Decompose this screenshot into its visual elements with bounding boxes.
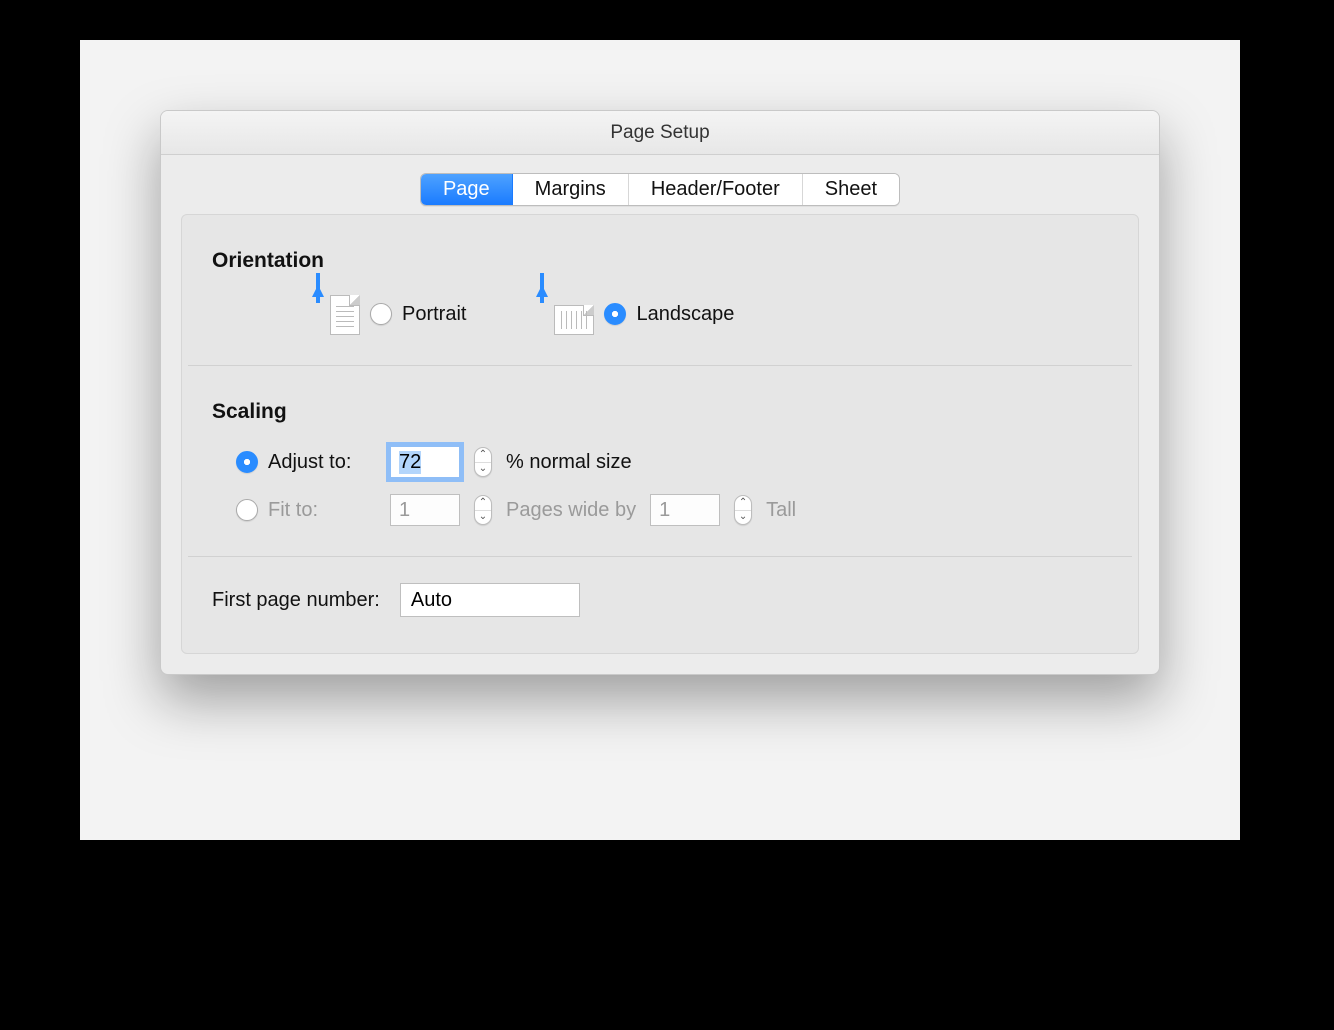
- fit-to-radio[interactable]: [236, 499, 258, 521]
- scaling-fit-row: Fit to: ⌃ ⌄ Pages wide by ⌃ ⌄ Tall: [182, 486, 1138, 534]
- landscape-radio[interactable]: [604, 303, 626, 325]
- adjust-to-stepper[interactable]: ⌃ ⌄: [474, 447, 492, 477]
- scaling-adjust-row: Adjust to: ⌃ ⌄ % normal size: [182, 438, 1138, 486]
- stepper-up-icon[interactable]: ⌃: [475, 496, 491, 511]
- first-page-row: First page number:: [182, 557, 1138, 623]
- fit-tall-input[interactable]: [650, 494, 720, 526]
- orientation-portrait-option[interactable]: Portrait: [312, 293, 466, 335]
- fit-tall-suffix: Tall: [766, 499, 796, 522]
- stepper-down-icon[interactable]: ⌄: [475, 511, 491, 525]
- stepper-up-icon[interactable]: ⌃: [735, 496, 751, 511]
- portrait-radio[interactable]: [370, 303, 392, 325]
- tab-segmented-control: Page Margins Header/Footer Sheet: [420, 173, 900, 206]
- stepper-down-icon[interactable]: ⌄: [735, 511, 751, 525]
- window-title: Page Setup: [610, 122, 709, 143]
- fit-wide-input[interactable]: [390, 494, 460, 526]
- landscape-label: Landscape: [636, 303, 734, 326]
- first-page-input[interactable]: [400, 583, 580, 617]
- adjust-to-radio[interactable]: [236, 451, 258, 473]
- tab-page[interactable]: Page: [421, 174, 513, 205]
- tab-margins[interactable]: Margins: [513, 174, 629, 205]
- fit-to-label: Fit to:: [268, 499, 318, 522]
- portrait-label: Portrait: [402, 303, 466, 326]
- tab-header-footer[interactable]: Header/Footer: [629, 174, 803, 205]
- landscape-icon: [536, 293, 594, 335]
- orientation-landscape-option[interactable]: Landscape: [536, 293, 734, 335]
- orientation-row: Portrait Landscape: [182, 287, 1138, 365]
- stepper-down-icon[interactable]: ⌄: [475, 463, 491, 477]
- fit-mid-text: Pages wide by: [506, 499, 636, 522]
- tab-sheet[interactable]: Sheet: [803, 174, 899, 205]
- portrait-icon: [312, 293, 360, 335]
- adjust-to-suffix: % normal size: [506, 451, 632, 474]
- tab-bar: Page Margins Header/Footer Sheet: [161, 155, 1159, 214]
- page-setup-window: Page Setup Page Margins Header/Footer Sh…: [160, 110, 1160, 675]
- adjust-to-input[interactable]: [390, 446, 460, 478]
- page-panel: Orientation Portrait: [181, 214, 1139, 654]
- adjust-to-label: Adjust to:: [268, 451, 351, 474]
- first-page-label: First page number:: [212, 589, 380, 612]
- orientation-heading: Orientation: [182, 215, 1138, 287]
- desktop-background: Page Setup Page Margins Header/Footer Sh…: [80, 40, 1240, 840]
- stepper-up-icon[interactable]: ⌃: [475, 448, 491, 463]
- window-titlebar: Page Setup: [161, 111, 1159, 155]
- scaling-heading: Scaling: [182, 366, 1138, 438]
- fit-tall-stepper[interactable]: ⌃ ⌄: [734, 495, 752, 525]
- fit-wide-stepper[interactable]: ⌃ ⌄: [474, 495, 492, 525]
